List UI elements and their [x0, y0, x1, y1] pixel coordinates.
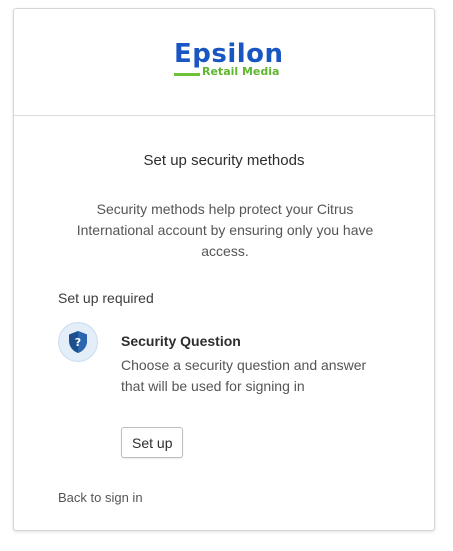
method-title: Security Question — [121, 333, 241, 349]
set-up-button[interactable]: Set up — [121, 427, 184, 458]
page-description: Security methods help protect your Citru… — [76, 201, 374, 259]
section-label-setup-required: Set up required — [58, 290, 154, 306]
page-title: Set up security methods — [143, 152, 305, 169]
auth-card: Epsilon Retail Media Set up security met… — [13, 8, 435, 531]
logo-accent-line — [174, 73, 200, 76]
logo-sub-text: Retail Media — [202, 65, 280, 78]
svg-text:?: ? — [75, 336, 81, 349]
card-header: Epsilon Retail Media — [14, 9, 434, 116]
epsilon-logo: Epsilon Retail Media — [174, 39, 284, 89]
back-to-sign-in-link[interactable]: Back to sign in — [58, 489, 143, 507]
shield-question-icon: ? — [58, 322, 98, 362]
method-security-question: ? Security Question Choose a security qu… — [58, 322, 398, 458]
method-description: Choose a security question and answer th… — [121, 357, 367, 394]
